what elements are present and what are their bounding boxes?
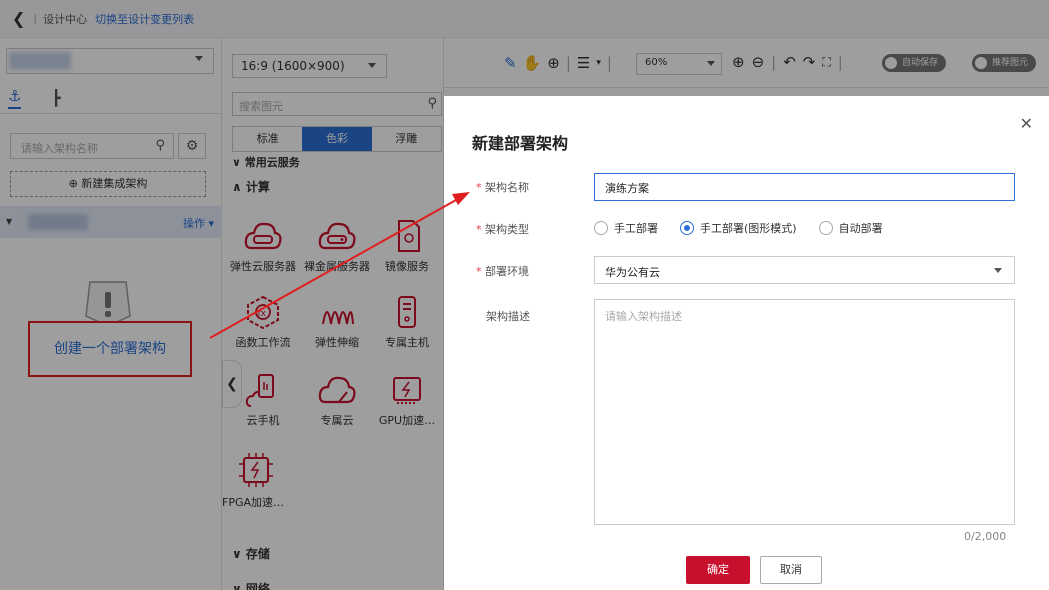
radio-auto[interactable]: 自动部署 — [818, 220, 883, 236]
arch-type-radio-group: 手工部署 手工部署(图形模式) 自动部署 — [594, 220, 883, 236]
desc-label: 架构描述 — [486, 310, 530, 323]
radio-circle — [818, 221, 833, 235]
name-label-text: 架构名称 — [485, 181, 529, 194]
radio-manual[interactable]: 手工部署 — [594, 220, 658, 236]
arch-desc-textarea[interactable]: 请输入架构描述 — [594, 299, 1015, 525]
type-label: * 架构类型 — [476, 223, 529, 236]
cancel-button[interactable]: 取消 — [760, 556, 822, 584]
radio-label: 手工部署 — [614, 222, 658, 235]
confirm-button[interactable]: 确定 — [686, 556, 750, 584]
type-label-text: 架构类型 — [485, 223, 529, 236]
radio-circle — [594, 221, 608, 235]
radio-label: 自动部署 — [838, 222, 883, 235]
dialog-title: 新建部署架构 — [472, 134, 569, 153]
desc-char-counter: 0/2,000 — [964, 530, 1007, 543]
caret-down-icon — [994, 268, 1002, 273]
radio-circle-selected — [680, 221, 694, 235]
radio-label: 手工部署(图形模式) — [700, 222, 797, 235]
env-value: 华为公有云 — [605, 266, 660, 279]
env-label: * 部署环境 — [476, 265, 529, 278]
arch-name-input[interactable]: 演练方案 — [594, 173, 1015, 201]
deploy-env-select[interactable]: 华为公有云 — [594, 256, 1015, 284]
name-label: * 架构名称 — [476, 181, 529, 194]
close-icon[interactable]: ✕ — [1020, 114, 1033, 133]
env-label-text: 部署环境 — [485, 265, 529, 278]
radio-manual-graphic[interactable]: 手工部署(图形模式) — [680, 220, 797, 236]
new-deploy-arch-dialog: 新建部署架构 ✕ * 架构名称 演练方案 * 架构类型 手工部署 手工部署(图形… — [444, 96, 1049, 590]
